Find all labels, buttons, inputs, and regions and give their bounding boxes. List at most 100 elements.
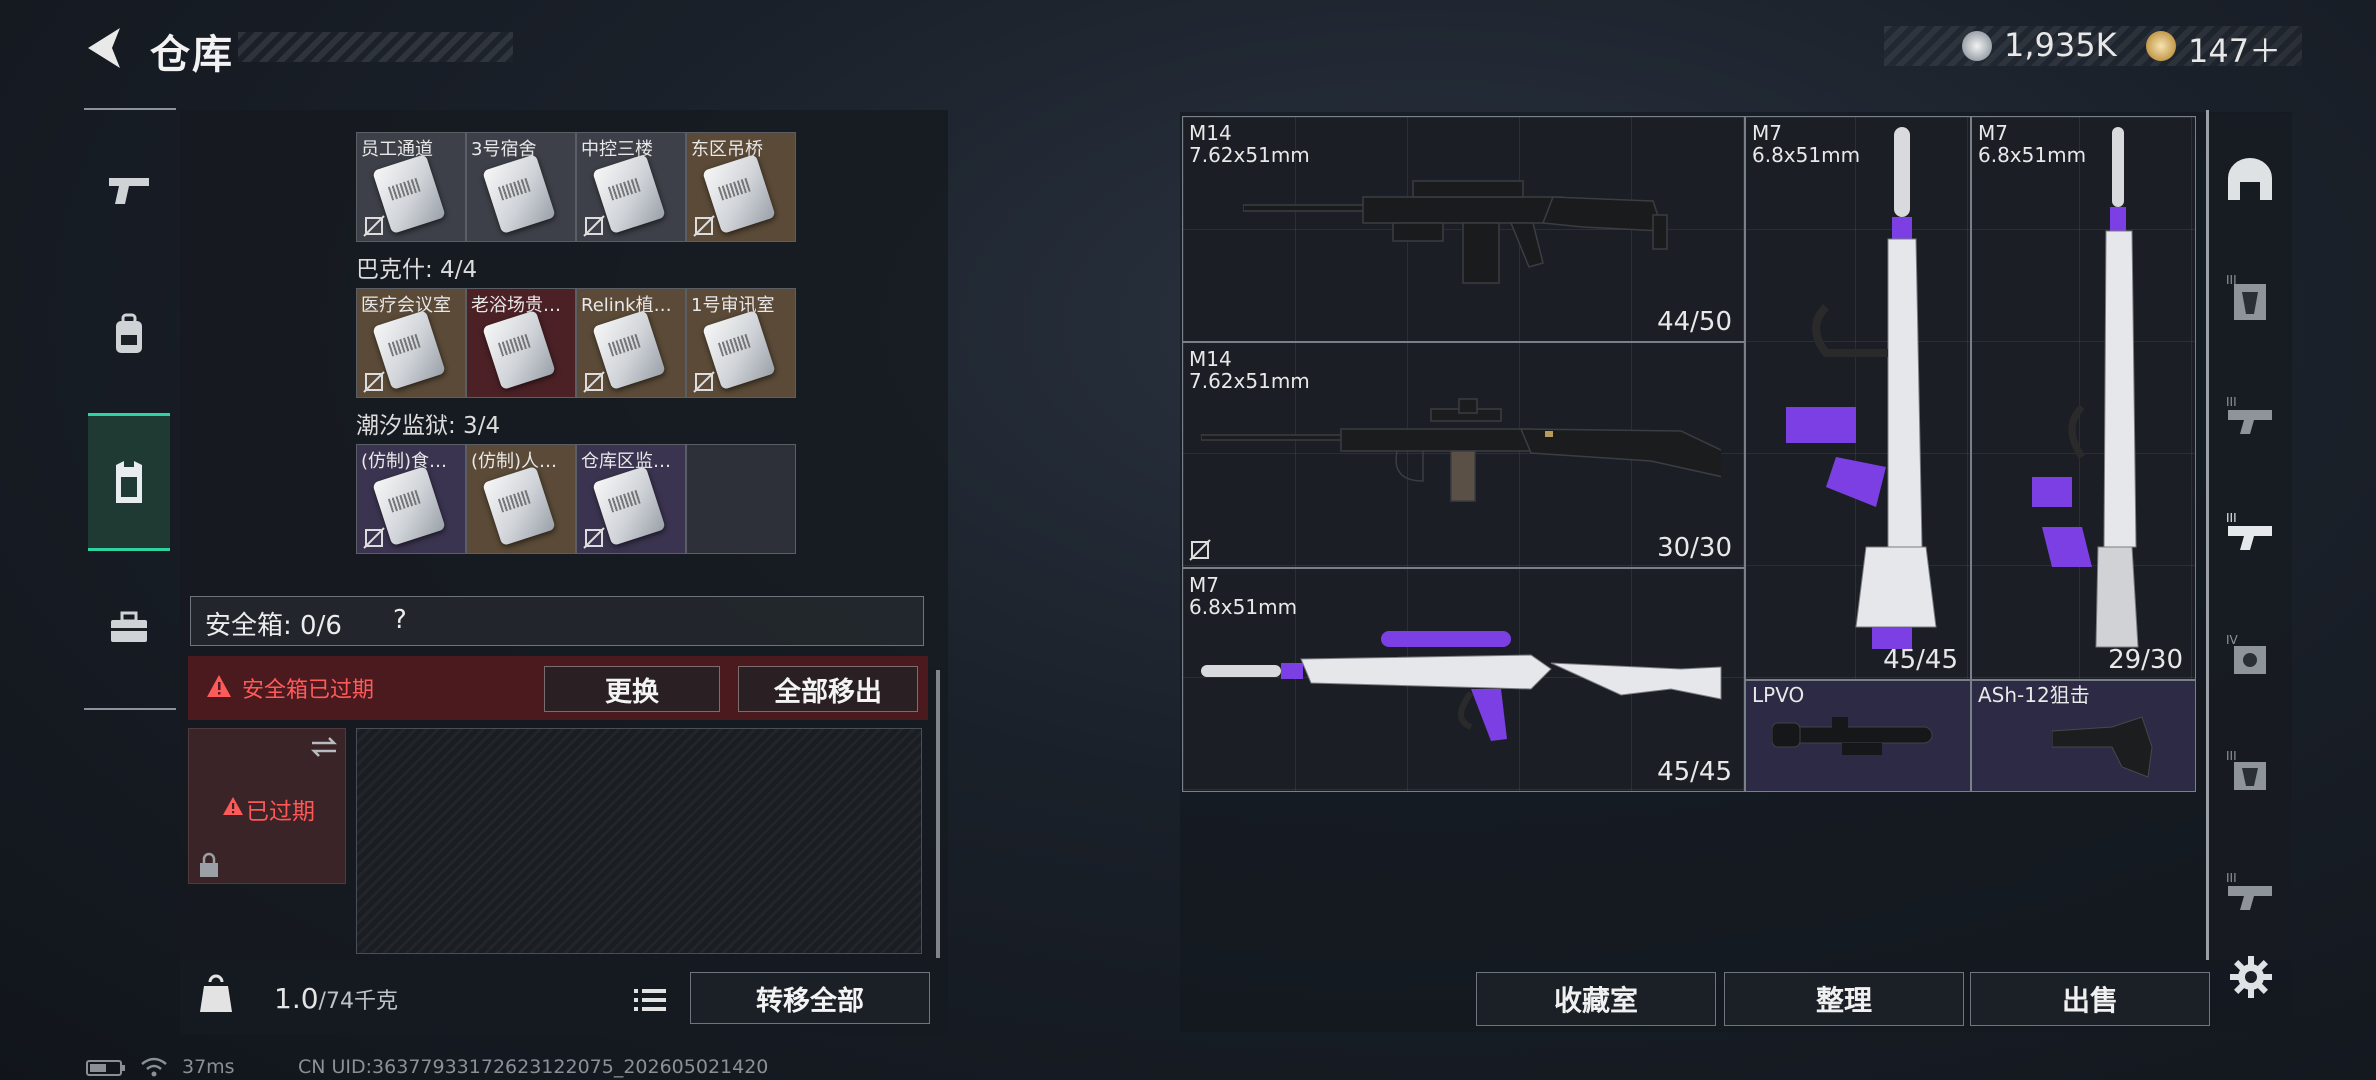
unbound-icon	[693, 371, 715, 393]
rifle-m7-icon	[1786, 127, 1937, 649]
weight-max: /74千克	[318, 989, 398, 1014]
scope-icon	[1772, 717, 1933, 755]
rail-divider	[84, 108, 176, 110]
pistol-icon	[109, 178, 149, 204]
keycard-row: 员工通道 3号宿舍 中控三楼 东区吊桥	[356, 132, 796, 242]
keycard-group-label: 巴克什: 4/4	[356, 257, 478, 283]
keycard[interactable]: 1号审讯室	[686, 288, 796, 398]
list-view-icon[interactable]	[632, 986, 668, 1014]
svg-text:III: III	[2226, 871, 2237, 885]
expired-label: 已过期	[246, 799, 315, 825]
swap-icon[interactable]	[308, 736, 340, 758]
collection-room-button[interactable]: 收藏室	[1476, 972, 1716, 1026]
unbound-icon	[583, 527, 605, 549]
rail-tab-backpack[interactable]	[88, 268, 170, 402]
svg-text:III: III	[2226, 395, 2237, 409]
rail-separator	[2206, 110, 2209, 960]
rail-tab-weapons[interactable]	[88, 122, 170, 256]
rifle-m7-icon	[2032, 127, 2139, 648]
safe-box-grid[interactable]	[356, 728, 922, 954]
armor-iii-b-icon[interactable]: III	[2224, 748, 2276, 792]
silver-coin-icon	[1962, 31, 1992, 61]
keycard-art	[482, 309, 556, 391]
backpack-icon	[116, 313, 142, 353]
rail-tab-vest[interactable]	[88, 413, 170, 551]
silver-currency-value: 1,935K	[2004, 26, 2117, 64]
unbound-icon	[583, 371, 605, 393]
svg-text:IV: IV	[2226, 633, 2239, 647]
weapon-caliber: 7.62x51mm	[1189, 143, 1310, 167]
safe-box-expired-text: 安全箱已过期	[242, 678, 375, 703]
backpack-iii-icon[interactable]: III	[2224, 394, 2276, 438]
toolbox-icon	[111, 611, 147, 642]
unbound-icon	[363, 371, 385, 393]
gold-currency-value[interactable]: 147＋	[2188, 26, 2281, 72]
rig-iii-b-icon[interactable]: III	[2224, 870, 2276, 914]
keycard-slot-empty[interactable]	[686, 444, 796, 554]
unbound-icon	[583, 215, 605, 237]
page-title: 仓库	[150, 32, 234, 78]
title-decoration	[238, 32, 513, 62]
attachment-slot[interactable]: ASh-12狙击	[1971, 680, 2196, 792]
svg-text:III: III	[2226, 749, 2237, 763]
rifle-m14-icon	[1243, 180, 1668, 284]
unbound-icon	[693, 215, 715, 237]
stock-icon	[2052, 716, 2153, 778]
weapon-name: M7	[1189, 573, 1219, 597]
gear-icon[interactable]	[2228, 954, 2274, 1000]
keycard-row: (仿制)食… (仿制)人… 仓库区监…	[356, 444, 796, 554]
replace-button[interactable]: 更换	[544, 666, 720, 712]
wifi-icon	[141, 1057, 167, 1077]
remove-all-button[interactable]: 全部移出	[738, 666, 918, 712]
ammo-count: 29/30	[2108, 645, 2183, 675]
keycard[interactable]: Relink植…	[576, 288, 686, 398]
sort-button[interactable]: 整理	[1724, 972, 1964, 1026]
weapon-slot[interactable]: M7 6.8x51mm 45/45	[1182, 568, 1745, 792]
safe-box-label: 安全箱: 0/6	[205, 611, 342, 641]
keycard[interactable]: 医疗会议室	[356, 288, 466, 398]
svg-text:III: III	[2226, 511, 2237, 525]
weapon-slot[interactable]: M7 6.8x51mm 29/30	[1971, 116, 2196, 680]
rail-divider	[84, 708, 176, 710]
keycard-row: 医疗会议室 老浴场贵… Relink植… 1号审讯室	[356, 288, 796, 398]
rig-iii-icon[interactable]: III	[2224, 510, 2276, 554]
warning-icon	[223, 797, 243, 815]
keycard[interactable]: (仿制)食…	[356, 444, 466, 554]
transfer-all-button[interactable]: 转移全部	[690, 972, 930, 1024]
weapon-slot[interactable]: M14 7.62x51mm 30/30	[1182, 342, 1745, 568]
weapon-name: M14	[1189, 121, 1232, 145]
keycard[interactable]: 仓库区监…	[576, 444, 686, 554]
keycard[interactable]: 中控三楼	[576, 132, 686, 242]
keycard[interactable]: (仿制)人…	[466, 444, 576, 554]
weapon-name: M14	[1189, 347, 1232, 371]
keycard[interactable]: 东区吊桥	[686, 132, 796, 242]
ammo-count: 44/50	[1657, 307, 1732, 337]
keycard[interactable]: 老浴场贵…	[466, 288, 576, 398]
unbound-icon	[363, 215, 385, 237]
armor-iv-icon[interactable]: IV	[2224, 632, 2276, 676]
rail-tab-toolbox[interactable]	[88, 560, 170, 694]
ping-value: 37ms	[182, 1056, 235, 1078]
weapon-slot[interactable]: M7 6.8x51mm 45/45	[1745, 116, 1971, 680]
attachment-slot[interactable]: LPVO	[1745, 680, 1971, 792]
unbound-icon	[363, 527, 385, 549]
weapon-slot[interactable]: M14 7.62x51mm 44/50	[1182, 116, 1745, 342]
sell-button[interactable]: 出售	[1970, 972, 2210, 1026]
vest-scrollbar[interactable]	[936, 670, 940, 958]
ammo-count: 30/30	[1657, 533, 1732, 563]
weight-icon	[200, 974, 232, 1012]
attachment-name: LPVO	[1752, 683, 1805, 707]
keycard[interactable]: 3号宿舍	[466, 132, 576, 242]
armor-iii-icon[interactable]: III	[2224, 270, 2276, 324]
keycard-group-label: 潮汐监狱: 3/4	[356, 413, 501, 439]
weapon-name: M7	[1978, 121, 2008, 145]
battery-icon	[86, 1060, 125, 1076]
keycard[interactable]: 员工通道	[356, 132, 466, 242]
helmet-icon[interactable]	[2224, 156, 2276, 202]
rifle-m7-icon	[1201, 631, 1722, 741]
attachment-name: ASh-12狙击	[1978, 683, 2090, 707]
rifle-m14-icon	[1201, 398, 1721, 502]
back-arrow-icon[interactable]	[82, 24, 126, 72]
help-icon[interactable]: ?	[393, 605, 407, 635]
uid-text: CN UID:363779331726231​22075_20260502142…	[298, 1056, 769, 1078]
